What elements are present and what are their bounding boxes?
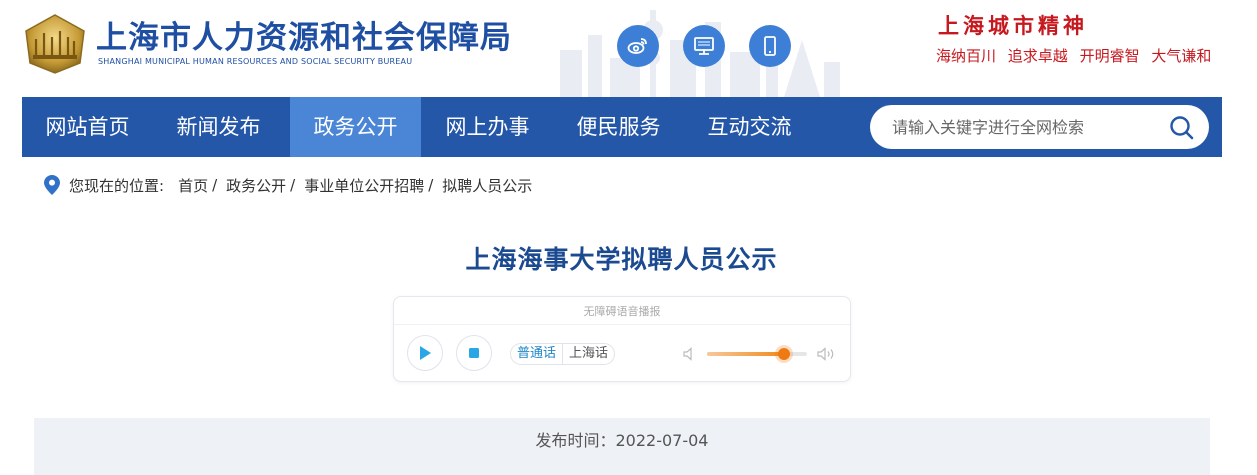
weibo-icon[interactable] (617, 25, 659, 67)
volume-low-icon[interactable] (683, 347, 697, 361)
city-spirit-words: 海纳百川 追求卓越 开明睿智 大气谦和 (936, 45, 1218, 66)
publish-info: 发布时间：2022-07-04 (34, 418, 1210, 475)
site-title[interactable]: 上海市人力资源和社会保障局 (96, 12, 512, 57)
lang-shanghainese[interactable]: 上海话 (563, 344, 614, 364)
search-box (870, 105, 1209, 149)
spirit-word: 海纳百川 (936, 47, 997, 65)
nav-item-home[interactable]: 网站首页 (22, 97, 153, 157)
page-title: 上海海事大学拟聘人员公示 (465, 245, 778, 274)
language-toggle: 普通话 上海话 (510, 343, 616, 365)
breadcrumb-separator: / (290, 176, 296, 194)
nav-item-public-services[interactable]: 便民服务 (553, 97, 684, 157)
nav-item-interaction[interactable]: 互动交流 (684, 97, 815, 157)
player-label: 无障碍语音播报 (583, 305, 661, 318)
play-button[interactable] (407, 335, 443, 371)
nav-item-news[interactable]: 新闻发布 (153, 97, 284, 157)
computer-icon[interactable] (683, 25, 725, 67)
spirit-word: 开明睿智 (1079, 47, 1140, 65)
search-icon[interactable] (1169, 115, 1195, 141)
volume-high-icon[interactable] (817, 347, 837, 361)
breadcrumb-separator: / (212, 176, 218, 194)
breadcrumb: 您现在的位置: 首页 / 政务公开 / 事业单位公开招聘 / 拟聘人员公示 (44, 172, 532, 198)
spirit-word: 追求卓越 (1007, 47, 1068, 65)
location-pin-icon (44, 175, 60, 195)
mobile-icon[interactable] (749, 25, 791, 67)
breadcrumb-prefix: 您现在的位置: (69, 176, 165, 195)
stop-button[interactable] (456, 335, 492, 371)
bureau-logo (25, 14, 85, 74)
volume-slider-fill (707, 352, 784, 356)
play-icon (420, 346, 431, 360)
breadcrumb-recruitment[interactable]: 事业单位公开招聘 (304, 175, 424, 196)
lang-mandarin[interactable]: 普通话 (511, 344, 564, 364)
divider (394, 324, 850, 325)
site-title-english: SHANGHAI MUNICIPAL HUMAN RESOURCES AND S… (98, 57, 413, 66)
spirit-word: 大气谦和 (1151, 47, 1212, 65)
search-input[interactable] (892, 105, 1152, 149)
publish-time: 发布时间：2022-07-04 (535, 431, 709, 450)
nav-item-gov-affairs[interactable]: 政务公开 (290, 97, 421, 157)
breadcrumb-home[interactable]: 首页 (178, 175, 208, 196)
city-spirit-title: 上海城市精神 (938, 13, 1088, 38)
breadcrumb-separator: / (428, 176, 434, 194)
breadcrumb-current[interactable]: 拟聘人员公示 (442, 175, 532, 196)
stop-icon (469, 348, 479, 358)
nav-item-online-services[interactable]: 网上办事 (422, 97, 553, 157)
volume-slider[interactable] (707, 348, 807, 360)
site-header: 上海市人力资源和社会保障局 SHANGHAI MUNICIPAL HUMAN R… (0, 0, 1257, 97)
audio-player: 无障碍语音播报 普通话 上海话 (393, 296, 851, 382)
breadcrumb-gov-affairs[interactable]: 政务公开 (226, 175, 286, 196)
main-nav: 网站首页 新闻发布 政务公开 网上办事 便民服务 互动交流 (22, 97, 1222, 157)
volume-slider-knob[interactable] (778, 348, 790, 360)
